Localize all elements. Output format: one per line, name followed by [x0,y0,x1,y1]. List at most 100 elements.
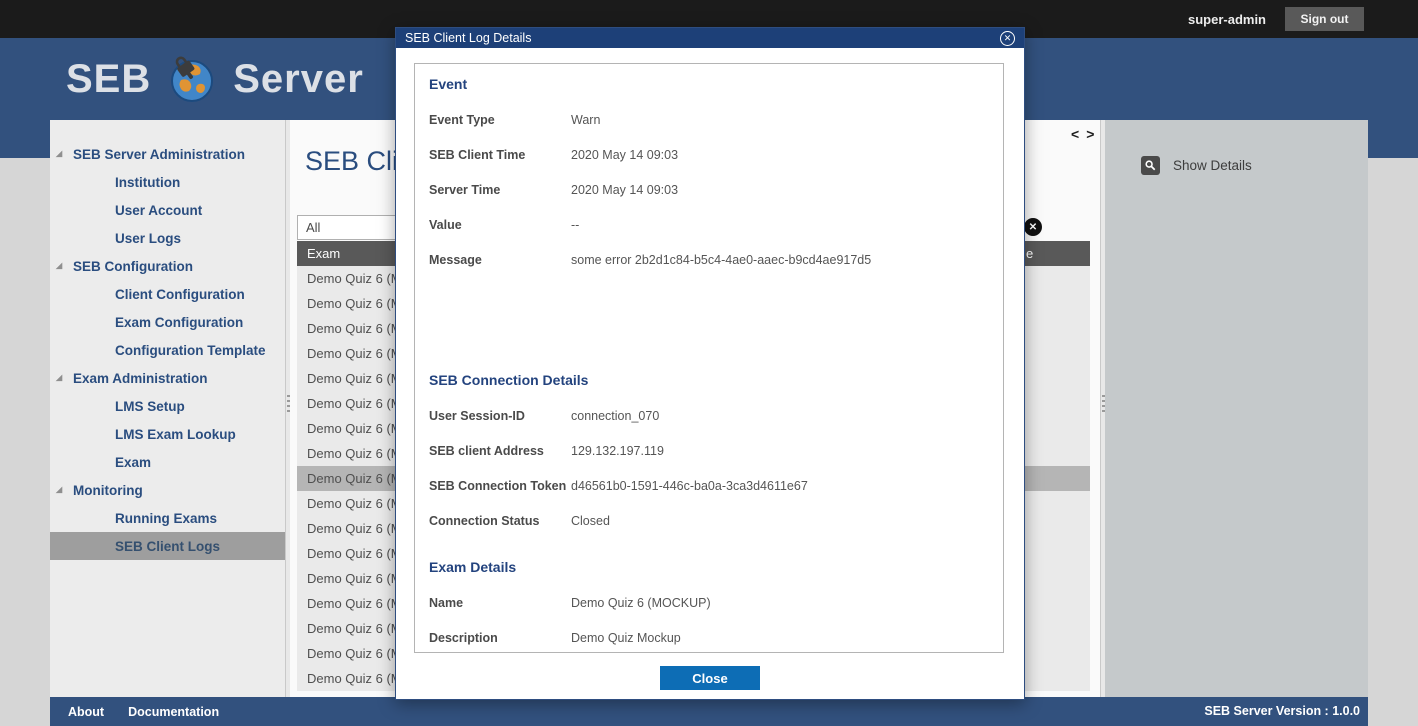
sidebar-item-label: User Account [115,203,202,218]
sidebar-item-user-logs[interactable]: User Logs [50,224,285,252]
detail-field-seb-client-address: SEB client Address129.132.197.119 [429,444,989,458]
brand-logo: SEB Server [66,54,364,104]
brand-text-seb: SEB [66,57,151,102]
sidebar-item-label: Exam Configuration [115,315,243,330]
footer-link-documentation[interactable]: Documentation [128,705,219,719]
column-header-exam[interactable]: Exam [297,246,340,261]
sidebar-item-seb-client-logs[interactable]: SEB Client Logs [50,532,285,560]
sidebar-item-client-configuration[interactable]: Client Configuration [50,280,285,308]
field-label: User Session-ID [429,409,571,423]
dialog-close-button[interactable]: Close [660,666,760,690]
dialog-sections: EventEvent TypeWarnSEB Client Time2020 M… [414,63,1004,653]
sidebar-item-lms-setup[interactable]: LMS Setup [50,392,285,420]
sidebar-item-configuration-template[interactable]: Configuration Template [50,336,285,364]
detail-field-seb-client-time: SEB Client Time2020 May 14 09:03 [429,148,989,162]
detail-field-event-type: Event TypeWarn [429,113,989,127]
sidebar-item-label: Monitoring [73,483,143,498]
field-label: SEB client Address [429,444,571,458]
sidebar-item-label: SEB Server Administration [73,147,245,162]
field-label: Description [429,631,571,645]
sidebar-item-label: LMS Exam Lookup [115,427,236,442]
field-label: Value [429,218,571,232]
sidebar-nav: ◢ SEB Server Administration Institution Use… [50,120,285,697]
footer-link-about[interactable]: About [68,705,104,719]
field-value: 2020 May 14 09:03 [571,148,678,162]
tree-expand-icon[interactable]: ◢ [56,262,66,270]
sidebar-item-label: Client Configuration [115,287,245,302]
footer: About Documentation SEB Server Version : … [50,697,1368,726]
version-label: SEB Server Version : 1.0.0 [1204,697,1360,726]
field-label: Name [429,596,571,610]
section-heading: Exam Details [429,559,989,575]
field-value: Demo Quiz Mockup [571,631,681,645]
field-value: connection_070 [571,409,659,423]
section-heading: Event [429,76,989,92]
sidebar-item-lms-exam-lookup[interactable]: LMS Exam Lookup [50,420,285,448]
field-label: Server Time [429,183,571,197]
sidebar-item-label: SEB Client Logs [115,539,220,554]
sign-out-button[interactable]: Sign out [1285,7,1364,31]
tree-expand-icon[interactable]: ◢ [56,374,66,382]
magnifier-icon [1141,156,1160,175]
sidebar-item-institution[interactable]: Institution [50,168,285,196]
detail-field-server-time: Server Time2020 May 14 09:03 [429,183,989,197]
field-value: Warn [571,113,600,127]
sidebar-item-label: Running Exams [115,511,217,526]
dialog-section-exam-details: Exam Details NameDemo Quiz 6 (MOCKUP) Desc… [429,559,989,645]
field-value: Closed [571,514,610,528]
tree-expand-icon[interactable]: ◢ [56,150,66,158]
sidebar-item-label: Exam [115,455,151,470]
sidebar-item-label: Exam Administration [73,371,208,386]
sidebar-item-label: LMS Setup [115,399,185,414]
sidebar-item-seb-server-administration[interactable]: ◢ SEB Server Administration [50,140,285,168]
detail-field-message: Messagesome error 2b2d1c84-b5c4-4ae0-aae… [429,253,989,267]
sidebar-item-label: User Logs [115,231,181,246]
sidebar-item-running-exams[interactable]: Running Exams [50,504,285,532]
sidebar-item-label: Institution [115,175,180,190]
field-value: -- [571,218,579,232]
field-label: SEB Client Time [429,148,571,162]
sidebar-item-monitoring[interactable]: ◢ Monitoring [50,476,285,504]
detail-field-connection-status: Connection StatusClosed [429,514,989,528]
sidebar-item-exam-administration[interactable]: ◢ Exam Administration [50,364,285,392]
log-details-dialog: SEB Client Log Details ✕ Event Event Type… [395,27,1025,700]
dialog-title: SEB Client Log Details [405,31,531,45]
action-pane: Show Details [1105,120,1368,697]
sidebar-item-exam[interactable]: Exam [50,448,285,476]
brand-text-server: Server [233,57,364,102]
field-label: Connection Status [429,514,571,528]
show-details-action[interactable]: Show Details [1141,156,1252,175]
field-value: d46561b0-1591-446c-ba0a-3ca3d4611e67 [571,479,808,493]
show-details-label: Show Details [1173,158,1252,173]
sidebar-item-user-account[interactable]: User Account [50,196,285,224]
sidebar-item-exam-configuration[interactable]: Exam Configuration [50,308,285,336]
field-value: 129.132.197.119 [571,444,664,458]
field-label: Event Type [429,113,571,127]
column-header-fragment: e [1026,241,1033,266]
sidebar-item-label: Configuration Template [115,343,266,358]
sidebar-item-label: SEB Configuration [73,259,193,274]
pane-collapse-expand-icons[interactable]: <> [1071,126,1100,142]
globe-lock-icon [167,54,217,104]
seb-server-app: super-admin Sign out SEB Server ◢ SEB Ser… [0,0,1418,726]
footer-links: About Documentation [68,697,219,726]
dialog-section-event: EventEvent TypeWarnSEB Client Time2020 M… [429,76,989,267]
detail-field-name: NameDemo Quiz 6 (MOCKUP) [429,596,989,610]
clear-filter-icon[interactable]: ✕ [1024,218,1042,236]
logged-in-username: super-admin [1188,12,1266,27]
field-value: 2020 May 14 09:03 [571,183,678,197]
tree-expand-icon[interactable]: ◢ [56,486,66,494]
detail-field-seb-connection-token: SEB Connection Tokend46561b0-1591-446c-b… [429,479,989,493]
field-label: SEB Connection Token [429,479,571,493]
detail-field-user-session-id: User Session-IDconnection_070 [429,409,989,423]
section-heading: SEB Connection Details [429,372,989,388]
sidebar-item-seb-configuration[interactable]: ◢ SEB Configuration [50,252,285,280]
dialog-close-icon[interactable]: ✕ [1000,31,1015,46]
dialog-section-seb-connection-details: SEB Connection Details User Session-IDcon… [429,372,989,528]
field-label: Message [429,253,571,267]
field-value: Demo Quiz 6 (MOCKUP) [571,596,711,610]
field-value: some error 2b2d1c84-b5c4-4ae0-aaec-b9cd4… [571,253,871,267]
dialog-titlebar[interactable]: SEB Client Log Details ✕ [396,28,1024,48]
detail-field-description: DescriptionDemo Quiz Mockup [429,631,989,645]
detail-field-value: Value-- [429,218,989,232]
